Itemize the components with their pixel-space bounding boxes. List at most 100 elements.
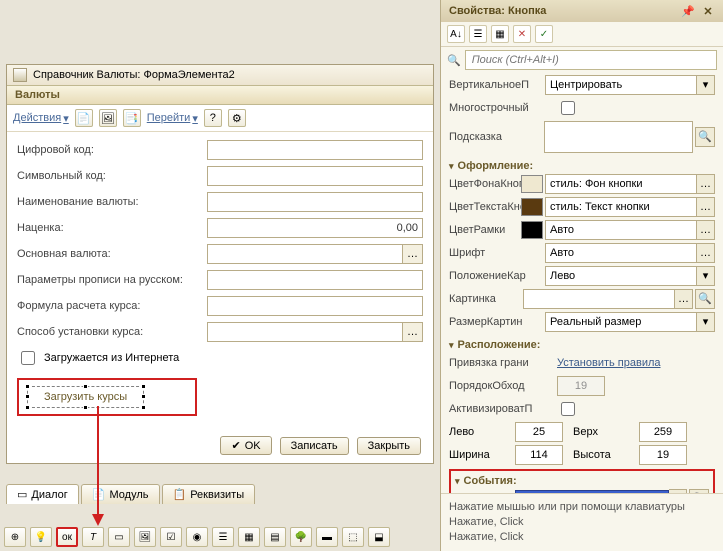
ok-check-icon: ✔ [231,439,240,452]
multiline-checkbox[interactable] [561,101,575,115]
base-currency-input[interactable] [207,244,403,264]
width-label: Ширина [449,449,505,461]
toolbar-icon-2[interactable]: 🖼 [99,109,117,127]
params-ru-input[interactable] [207,270,423,290]
categ-icon[interactable]: ☰ [469,25,487,43]
caret-dd[interactable]: ▾ [697,266,715,286]
bt-frame-icon[interactable]: ▭ [108,527,130,547]
pin-icon[interactable]: 📌 [681,4,695,18]
properties-toolbar: A↓ ☰ ▦ ✕ ✓ [441,22,723,47]
go-menu[interactable]: Перейти▾ [147,112,198,125]
window-titlebar: Справочник Валюты: ФормаЭлемента2 [7,65,433,86]
section-layout[interactable]: Расположение: [449,335,715,353]
pic-size-label: РазмерКартин [449,316,545,328]
search-input[interactable] [465,50,717,70]
symbol-code-label: Символьный код: [17,170,207,182]
bt-table-icon[interactable]: ▤ [264,527,286,547]
toolbar-icon-3[interactable]: 📑 [123,109,141,127]
hint-magnify[interactable]: 🔍 [695,127,715,147]
text-color-swatch [521,198,543,216]
actions-menu[interactable]: Действия▾ [13,112,69,125]
font-input[interactable] [545,243,697,263]
border-color-dd[interactable]: … [697,220,715,240]
save-button[interactable]: Записать [280,437,349,455]
window-title: Справочник Валюты: ФормаЭлемента2 [33,69,235,81]
sort-az-icon[interactable]: A↓ [447,25,465,43]
name-input[interactable] [207,192,423,212]
border-color-input[interactable] [545,220,697,240]
digital-code-input[interactable] [207,140,423,160]
anchor-link[interactable]: Установить правила [557,357,661,369]
bt-grid-icon[interactable]: ▦ [238,527,260,547]
dialog-icon: ▭ [17,488,27,501]
rate-method-ellipsis[interactable]: … [403,322,423,342]
activate-checkbox[interactable] [561,402,575,416]
markup-label: Наценка: [17,222,207,234]
picture-mag[interactable]: 🔍 [695,289,715,309]
check-icon[interactable]: ✓ [535,25,553,43]
tab-dialog[interactable]: ▭ Диалог [6,484,79,504]
base-currency-label: Основная валюта: [17,248,207,260]
font-label: Шрифт [449,247,545,259]
bt-progress-icon[interactable]: ▬ [316,527,338,547]
help-icon[interactable]: ? [204,109,222,127]
ok-button[interactable]: ✔ OK [220,436,271,455]
from-internet-label: Загружается из Интернета [44,352,179,364]
rate-method-input[interactable] [207,322,403,342]
width-input[interactable] [515,445,563,465]
toolbar-icon-1[interactable]: 📄 [75,109,93,127]
border-color-label: ЦветРамки [449,224,521,236]
height-input[interactable] [639,445,687,465]
text-color-dd[interactable]: … [697,197,715,217]
pic-size-dd[interactable]: ▾ [697,312,715,332]
section-events[interactable]: События: [455,475,709,489]
tab-module[interactable]: 📄 Модуль [81,484,160,504]
top-input[interactable] [639,422,687,442]
picture-dd[interactable]: … [675,289,693,309]
font-dd[interactable]: … [697,243,715,263]
text-color-input[interactable] [545,197,697,217]
bt-bulb-icon[interactable]: 💡 [30,527,52,547]
close-button[interactable]: Закрыть [357,437,421,455]
bottom-tabs: ▭ Диалог 📄 Модуль 📋 Реквизиты [6,484,434,504]
close-icon[interactable]: ✕ [701,4,715,18]
section-style[interactable]: Оформление: [449,156,715,174]
settings-icon[interactable]: ⚙ [228,109,246,127]
bt-radio-icon[interactable]: ◉ [186,527,208,547]
picture-input[interactable] [523,289,675,309]
properties-hint: Нажатие мышью или при помощи клавиатуры … [441,493,723,551]
markup-input[interactable] [207,218,423,238]
x-icon[interactable]: ✕ [513,25,531,43]
hint-line-1: Нажатие мышью или при помощи клавиатуры [449,500,715,515]
load-rates-button[interactable]: Загрузить курсы [27,386,144,408]
bt-tree-icon[interactable]: 🌳 [290,527,312,547]
pic-size-input[interactable] [545,312,697,332]
bg-color-input[interactable] [545,174,697,194]
tab-order-label: ПорядокОбход [449,380,557,392]
bt-text-icon[interactable]: T [82,527,104,547]
vert-align-dd[interactable]: ▾ [697,75,715,95]
bt-ok-icon[interactable]: ок [56,527,78,547]
filter-icon[interactable]: ▦ [491,25,509,43]
form-group-header: Валюты [7,86,433,105]
form-toolbar: Действия▾ 📄 🖼 📑 Перейти▾ ? ⚙ [7,105,433,132]
vert-align-input[interactable] [545,75,697,95]
bt-check-icon[interactable]: ☑ [160,527,182,547]
form-editor-window: Справочник Валюты: ФормаЭлемента2 Валюты… [6,64,434,464]
from-internet-checkbox[interactable] [21,351,35,365]
rate-formula-input[interactable] [207,296,423,316]
bt-target-icon[interactable]: ⊕ [4,527,26,547]
bt-image-icon[interactable]: 🖼 [134,527,156,547]
left-input[interactable] [515,422,563,442]
bt-toolbar-icon[interactable]: ⬚ [342,527,364,547]
bg-color-dd[interactable]: … [697,174,715,194]
base-currency-ellipsis[interactable]: … [403,244,423,264]
bt-split-icon[interactable]: ⬓ [368,527,390,547]
symbol-code-input[interactable] [207,166,423,186]
tab-requisites[interactable]: 📋 Реквизиты [162,484,256,504]
height-label: Высота [573,449,629,461]
bt-list-icon[interactable]: ☰ [212,527,234,547]
hint-input[interactable] [544,121,693,153]
params-ru-label: Параметры прописи на русском: [17,274,207,286]
caret-input[interactable] [545,266,697,286]
